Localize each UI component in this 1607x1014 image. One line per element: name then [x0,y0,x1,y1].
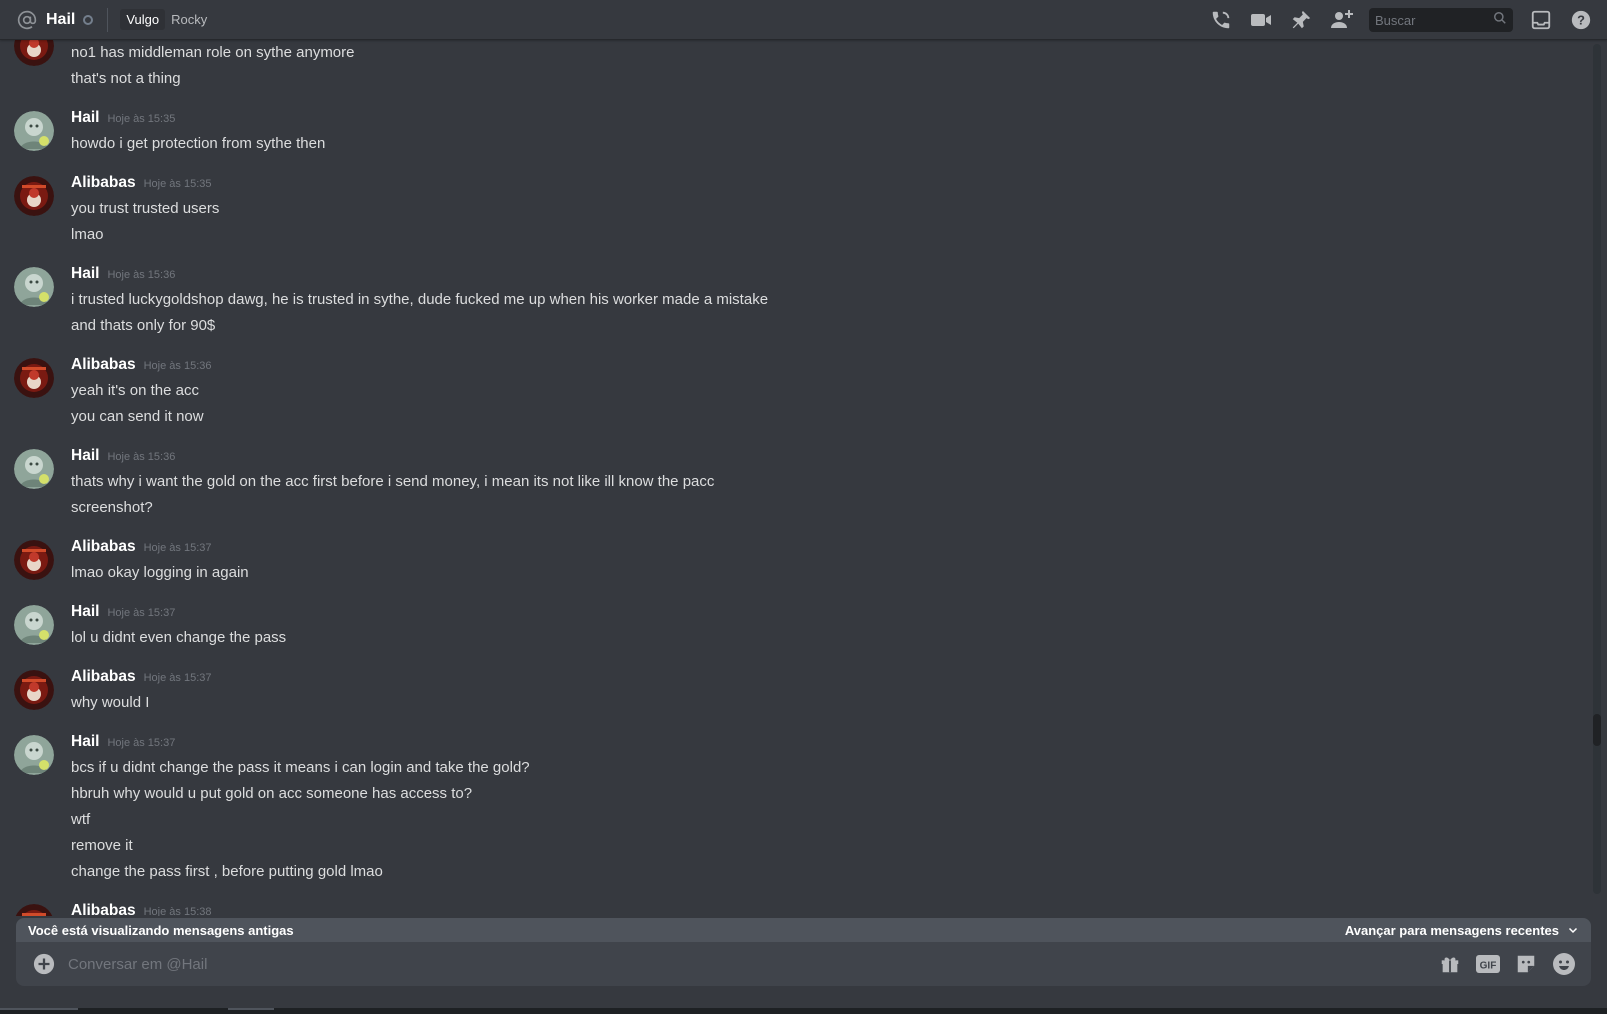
message-group: Alibabas Hoje às 15:35 you trust trusted … [0,174,1592,248]
message-text: hbruh why would u put gold on acc someon… [71,785,473,802]
header-divider [107,7,109,32]
scrollbar-thumb[interactable] [1593,714,1601,746]
jump-to-present-label: Avançar para mensagens recentes [1344,922,1559,938]
help-icon[interactable]: ? [1569,8,1593,32]
search-icon [1493,11,1507,30]
message-timestamp: Hoje às 15:36 [107,269,176,281]
avatar-hail[interactable] [14,449,54,489]
message-text: and thats only for 90$ [71,317,216,334]
message-text: yeah it's on the acc [71,382,199,399]
message-timestamp: Hoje às 15:38 [143,906,212,916]
message-list: no1 has middleman role on sythe anymore … [0,40,1592,916]
message-timestamp: Hoje às 15:36 [143,360,212,372]
taskbar-segment [228,1008,274,1010]
message-text: wtf [71,811,91,828]
message-text: you can send it now [71,408,204,425]
message-text: howdo i get protection from sythe then [71,135,326,152]
message-group: Alibabas Hoje às 15:38 [0,902,1592,916]
message-text: change the pass first , before putting g… [71,863,383,880]
inbox-icon[interactable] [1529,8,1553,32]
message-group: Alibabas Hoje às 15:37 why would I [0,668,1592,716]
message-group: Alibabas Hoje às 15:36 yeah it's on the a… [0,356,1592,430]
svg-text:?: ? [1577,13,1585,28]
message-author[interactable]: Hail [71,109,99,127]
message-timestamp: Hoje às 15:37 [107,737,176,749]
message-group: no1 has middleman role on sythe anymore … [0,40,1592,92]
nickname-tag-secondary: Rocky [171,12,208,27]
message-text: that's not a thing [71,70,181,87]
message-text: thats why i want the gold on the acc fir… [71,473,715,490]
message-group: Hail Hoje às 15:36 thats why i want the g… [0,447,1592,521]
message-author[interactable]: Alibabas [71,538,136,556]
chevron-down-icon [1567,924,1579,936]
message-text: why would I [71,694,150,711]
channel-title: Hail [46,10,76,28]
message-text: screenshot? [71,499,153,516]
svg-text:GIF: GIF [1480,961,1497,972]
avatar-alibabas[interactable] [14,904,54,916]
old-messages-text: Você está visualizando mensagens antigas [28,922,294,938]
scrollbar-track[interactable] [1593,44,1601,894]
message-text: bcs if u didnt change the pass it means … [71,759,530,776]
message-composer: GIF [16,942,1591,986]
message-author[interactable]: Alibabas [71,668,136,686]
jump-to-present-button[interactable]: Avançar para mensagens recentes [1345,923,1579,938]
avatar-alibabas[interactable] [14,176,54,216]
channel-header: Hail Vulgo Rocky ? [0,0,1607,40]
avatar-alibabas[interactable] [14,670,54,710]
message-timestamp: Hoje às 15:37 [107,607,176,619]
search-box[interactable] [1369,8,1513,32]
sticker-icon[interactable] [1513,951,1539,977]
offline-status-icon [83,14,94,25]
message-group: Hail Hoje às 15:37 lol u didnt even chang… [0,603,1592,651]
avatar-alibabas[interactable] [14,40,54,66]
message-text: remove it [71,837,133,854]
message-timestamp: Hoje às 15:35 [143,178,212,190]
gift-icon[interactable] [1437,951,1463,977]
message-text: i trusted luckygoldshop dawg, he is trus… [71,291,769,308]
emoji-icon[interactable] [1551,951,1577,977]
message-author[interactable]: Hail [71,733,99,751]
message-timestamp: Hoje às 15:35 [107,113,176,125]
header-toolbar: ? [1193,0,1607,40]
message-timestamp: Hoje às 15:36 [107,451,176,463]
avatar-hail[interactable] [14,735,54,775]
message-group: Hail Hoje às 15:35 howdo i get protection… [0,109,1592,157]
message-text: lmao [71,226,104,243]
message-author[interactable]: Alibabas [71,174,136,192]
avatar-hail[interactable] [14,111,54,151]
nickname-tag-primary: Vulgo [120,9,166,30]
avatar-hail[interactable] [14,605,54,645]
call-icon[interactable] [1209,8,1233,32]
message-group: Hail Hoje às 15:36 i trusted luckygoldsho… [0,265,1592,339]
video-icon[interactable] [1249,8,1273,32]
upload-plus-icon[interactable] [32,952,56,976]
message-timestamp: Hoje às 15:37 [143,542,212,554]
message-input[interactable] [68,955,1437,973]
message-author[interactable]: Alibabas [71,902,136,916]
old-messages-banner: Você está visualizando mensagens antigas… [16,918,1591,942]
taskbar-segment [0,1008,78,1010]
message-author[interactable]: Alibabas [71,356,136,374]
message-timestamp: Hoje às 15:37 [143,672,212,684]
message-group: Alibabas Hoje às 15:37 lmao okay logging … [0,538,1592,586]
message-group: Hail Hoje às 15:37 bcs if u didnt change … [0,733,1592,885]
message-author[interactable]: Hail [71,265,99,283]
message-text: you trust trusted users [71,200,220,217]
message-text: no1 has middleman role on sythe anymore [71,44,355,61]
avatar-alibabas[interactable] [14,358,54,398]
gif-icon[interactable]: GIF [1475,951,1501,977]
message-text: lmao okay logging in again [71,564,249,581]
avatar-alibabas[interactable] [14,540,54,580]
pin-icon[interactable] [1289,8,1313,32]
message-author[interactable]: Hail [71,447,99,465]
message-author[interactable]: Hail [71,603,99,621]
taskbar-strip [0,1008,1607,1014]
avatar-hail[interactable] [14,267,54,307]
at-icon [16,9,38,31]
message-text: lol u didnt even change the pass [71,629,287,646]
search-input[interactable] [1375,12,1493,28]
add-friend-icon[interactable] [1329,8,1353,32]
